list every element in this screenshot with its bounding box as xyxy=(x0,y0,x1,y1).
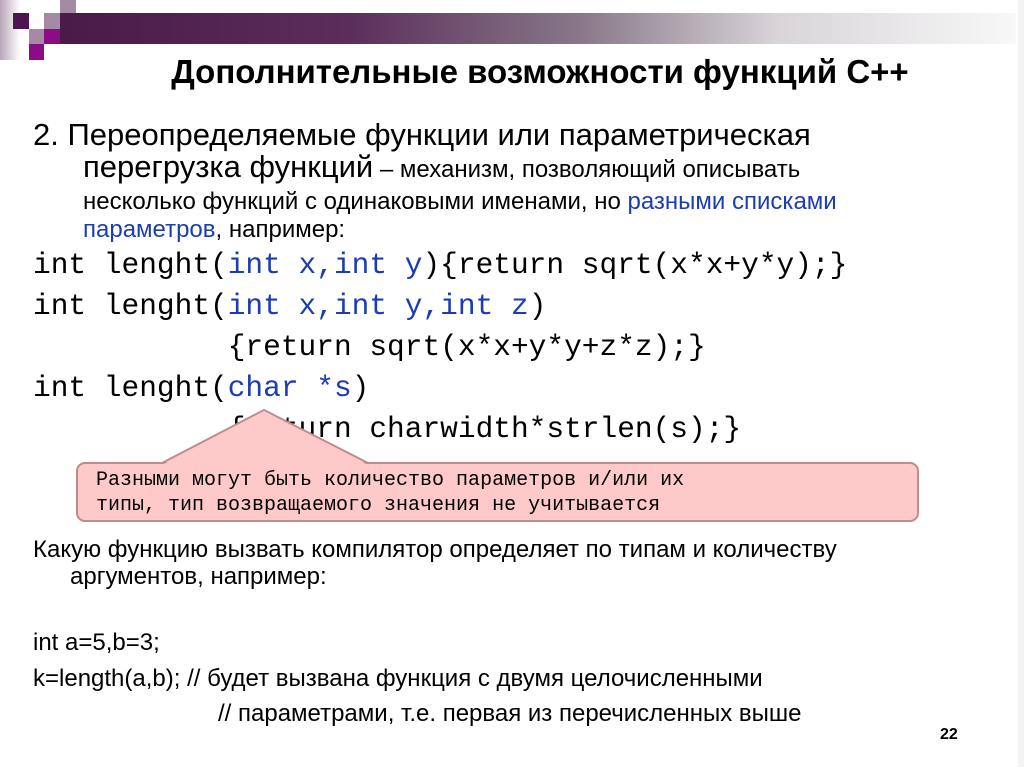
callout-text: Разными могут быть количество параметров… xyxy=(96,468,916,518)
slide-edge xyxy=(1018,0,1024,767)
callout-line-2: типы, тип возвращаемого значения не учит… xyxy=(96,494,661,517)
page-number: 22 xyxy=(940,726,958,743)
callout-line-1: Разными могут быть количество параметров… xyxy=(96,469,685,492)
example-line-3: // параметрами, т.е. первая из перечисле… xyxy=(218,700,802,727)
para-line-1: Какую функцию вызвать компилятор определ… xyxy=(33,536,837,563)
para-line-2: аргументов, например: xyxy=(70,563,327,590)
example-line-2: k=length(a,b); // будет вызвана функция … xyxy=(33,665,763,692)
example-line-1: int a=5,b=3; xyxy=(33,629,160,656)
